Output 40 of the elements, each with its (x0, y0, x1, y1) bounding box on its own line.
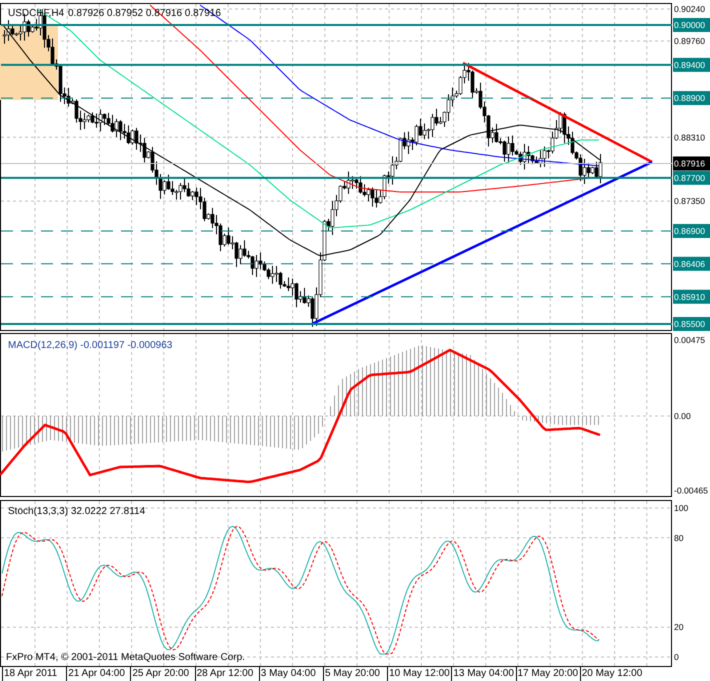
indicator-axis-label: 100 (674, 503, 688, 513)
time-axis-label: 21 Apr 04:00 (66, 667, 130, 681)
time-axis-label: 28 Apr 12:00 (194, 667, 259, 681)
indicator-axis-label: 0.00 (674, 411, 691, 421)
price-axis-label: 0.90240 (674, 4, 706, 14)
indicator-axis-label: 0 (674, 652, 679, 662)
indicator-title: MACD(12,26,9) -0.001197 -0.000963 (8, 340, 172, 351)
time-axis-label: 18 Apr 2011 (2, 667, 66, 681)
horizontal-level-line[interactable] (0, 230, 672, 232)
time-axis-label: 5 May 20:00 (322, 667, 388, 681)
level-price-label: 0.85910 (673, 290, 710, 304)
level-price-label: 0.90000 (673, 18, 710, 32)
time-axis-label: 20 May 12:00 (580, 667, 644, 681)
price-axis-label: 0.88310 (674, 132, 706, 142)
horizontal-level-line[interactable] (0, 263, 672, 264)
indicator-axis-label: -0.00465 (674, 485, 708, 496)
indicator-title: Stoch(13,3,3) 32.0222 27.8114 (8, 506, 146, 517)
time-axis-label: 10 May 12:00 (387, 667, 452, 681)
time-axis-label: 17 May 20:00 (516, 667, 580, 681)
trend-line[interactable] (462, 62, 653, 164)
indicator-axis-label: 0.00475 (674, 335, 706, 345)
horizontal-level-line[interactable] (0, 98, 672, 99)
indicator-axis-label: 20 (674, 622, 684, 632)
copyright-text: FxPro MT4, © 2001-2011 MetaQuotes Software Corp. (6, 652, 245, 663)
level-price-label: 0.87700 (673, 170, 710, 185)
level-price-label: 0.86406 (673, 256, 710, 271)
price-axis-label: 0.87350 (674, 196, 706, 206)
level-price-label: 0.89400 (673, 58, 710, 72)
time-axis-label: 13 May 04:00 (451, 667, 516, 681)
horizontal-level-line[interactable] (1, 176, 672, 179)
horizontal-level-line[interactable] (0, 296, 672, 298)
time-axis-label: 25 Apr 20:00 (130, 667, 195, 681)
price-axis-label: 0.89760 (674, 36, 706, 46)
level-price-label: 0.85500 (673, 317, 710, 331)
indicator-axis-label: 80 (674, 532, 684, 543)
time-axis-label: 3 May 04:00 (258, 667, 323, 681)
level-price-label: 0.86900 (673, 224, 710, 238)
level-price-label: 0.88900 (673, 91, 710, 106)
trend-line[interactable] (311, 160, 653, 326)
current-price-label: 0.87916 (673, 156, 710, 170)
